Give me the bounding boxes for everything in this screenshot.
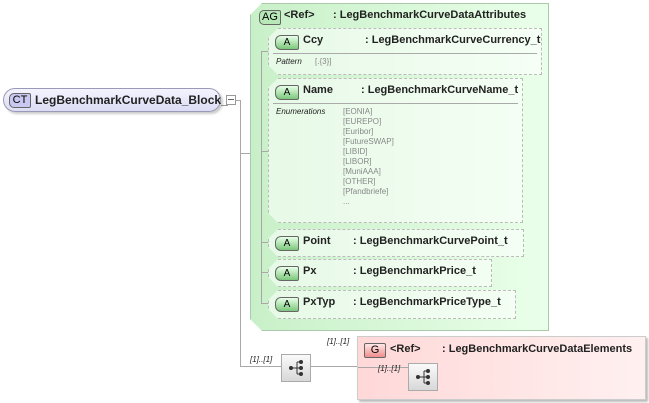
attribute-type: : LegBenchmarkCurveName_t [361, 84, 519, 96]
attribute-badge: A [275, 266, 299, 281]
complex-type-name: LegBenchmarkCurveData_Block_t [35, 93, 232, 107]
facet-label: Enumerations [276, 107, 326, 116]
attribute-name: Name [303, 84, 333, 96]
enum-value: [LIBOR] [343, 157, 372, 166]
enum-value: [Pfandbriefe] [343, 187, 389, 196]
inner-sequence-multiplicity: [1]..[1] [378, 364, 401, 373]
sequence-multiplicity: [1]..[1] [250, 355, 273, 364]
enum-value: [Euribor] [343, 127, 374, 136]
attribute-name: Px [303, 265, 317, 277]
enum-value: [OTHER] [343, 177, 376, 186]
attribute-group-badge: AG [259, 10, 281, 25]
collapse-toggle[interactable] [226, 95, 236, 105]
group-ref: <Ref> [390, 343, 421, 355]
attribute-type: : LegBenchmarkCurvePoint_t [353, 235, 508, 247]
attribute-px[interactable]: A Px : LegBenchmarkPrice_t [268, 259, 492, 287]
attribute-group-type: : LegBenchmarkCurveDataAttributes [333, 9, 527, 21]
facet-value: [.{3}] [315, 57, 332, 66]
attribute-name: Ccy [303, 34, 324, 46]
attribute-name[interactable]: A Name : LegBenchmarkCurveName_t Enumera… [268, 78, 523, 223]
attribute-badge: A [275, 236, 299, 251]
enum-value: [LIBID] [343, 147, 368, 156]
facet-label: Pattern [276, 57, 302, 66]
group-multiplicity: [1]..[1] [327, 337, 350, 346]
enum-value: [EONIA] [343, 107, 373, 116]
complex-type-node[interactable]: CT LegBenchmarkCurveData_Block_t [3, 88, 232, 112]
group-node[interactable]: G <Ref> : LegBenchmarkCurveDataElements … [357, 336, 646, 400]
attribute-type: : LegBenchmarkPrice_t [353, 265, 476, 277]
enum-value: [EUREPO] [343, 117, 382, 126]
attribute-badge: A [275, 35, 299, 50]
attribute-ccy[interactable]: A Ccy : LegBenchmarkCurveCurrency_t Patt… [268, 28, 542, 75]
attribute-badge: A [275, 85, 299, 100]
attribute-pxtyp[interactable]: A PxTyp : LegBenchmarkPriceType_t [268, 290, 516, 319]
sequence-icon[interactable] [408, 363, 438, 391]
group-type: : LegBenchmarkCurveDataElements [442, 343, 633, 355]
attribute-badge: A [275, 297, 299, 312]
attribute-group-ref: <Ref> [284, 9, 315, 21]
attribute-type: : LegBenchmarkCurveCurrency_t [365, 34, 541, 46]
enum-more: ... [343, 197, 350, 206]
attribute-name: Point [303, 235, 331, 247]
enum-value: [MuniAAA] [343, 167, 381, 176]
group-badge: G [364, 343, 386, 358]
complex-type-badge: CT [9, 93, 31, 108]
sequence-icon[interactable] [281, 354, 311, 382]
attribute-type: : LegBenchmarkPriceType_t [353, 296, 501, 308]
enum-value: [FutureSWAP] [343, 137, 394, 146]
attribute-point[interactable]: A Point : LegBenchmarkCurvePoint_t [268, 229, 524, 257]
attribute-name: PxTyp [303, 296, 336, 308]
